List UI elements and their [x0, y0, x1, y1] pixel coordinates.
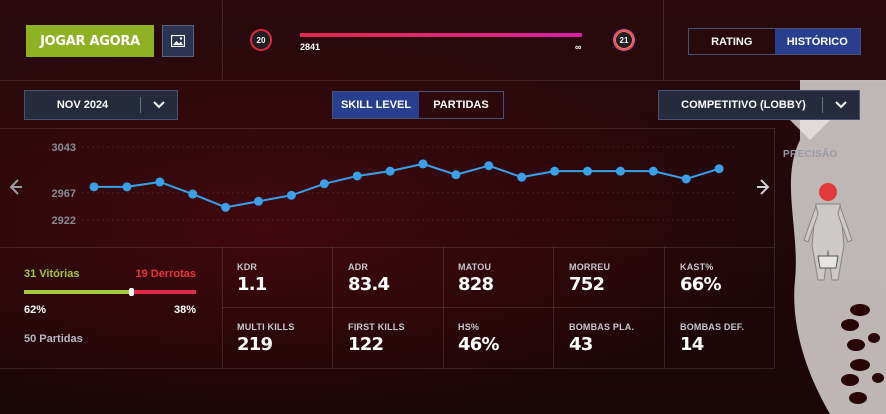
progress-max: ∞ [575, 42, 582, 52]
win-fill [24, 290, 131, 294]
data-point[interactable] [286, 190, 296, 200]
stat-value-first-kills: 122 [348, 334, 384, 355]
divider [0, 368, 775, 369]
data-point[interactable] [517, 172, 527, 182]
series-line [94, 162, 720, 209]
mode-tabs: SKILL LEVEL PARTIDAS [332, 91, 504, 119]
player-figure-decoration [770, 80, 886, 414]
losses-count: 19 Derrotas [135, 268, 196, 280]
month-dropdown[interactable]: NOV 2024 [24, 90, 178, 120]
top-bar: JOGAR AGORA 20 2841 ∞ 21 RATING HISTÓRIC… [0, 0, 886, 80]
stat-label-kast: KAST% [680, 262, 714, 272]
wins-count: 31 Vitórias [24, 268, 80, 280]
chevron-left-icon[interactable] [9, 179, 22, 195]
chevron-down-icon [823, 101, 859, 109]
divider [0, 247, 775, 248]
divider [0, 80, 886, 81]
level-progress-fill [300, 33, 582, 37]
image-button[interactable] [162, 25, 194, 57]
play-now-button[interactable]: JOGAR AGORA [26, 25, 154, 57]
stat-value-kdr: 1.1 [237, 274, 267, 295]
data-point[interactable] [221, 202, 231, 212]
win-loss-marker [128, 288, 134, 296]
current-level: 20 [256, 35, 266, 45]
precision-label: PRECISÃO [783, 149, 838, 160]
stat-value-matou: 828 [458, 274, 494, 295]
tab-partidas[interactable]: PARTIDAS [419, 92, 503, 118]
stat-label-adr: ADR [348, 262, 369, 272]
next-level-badge: 21 [613, 29, 635, 51]
data-point[interactable] [418, 159, 428, 169]
image-icon [171, 35, 185, 47]
stat-label-kdr: KDR [237, 262, 258, 272]
data-point[interactable] [254, 196, 263, 206]
current-level-badge: 20 [250, 29, 272, 51]
skill-level-chart: 3043 2967 2922 [9, 142, 770, 227]
chevron-down-icon [141, 101, 177, 109]
divider [222, 307, 774, 308]
data-point[interactable] [615, 166, 625, 176]
data-point[interactable] [648, 166, 658, 176]
stat-value-adr: 83.4 [348, 274, 390, 295]
stat-label-first-kills: FIRST KILLS [348, 322, 405, 332]
stat-value-bombs-planted: 43 [569, 334, 593, 355]
tab-historico[interactable]: HISTÓRICO [774, 29, 860, 54]
month-label: NOV 2024 [56, 99, 109, 111]
games-count: 50 Partidas [24, 333, 83, 345]
chevron-right-icon[interactable] [757, 179, 770, 195]
stat-value-hs: 46% [458, 334, 499, 355]
data-point[interactable] [583, 166, 592, 176]
stat-value-bombs-defused: 14 [680, 334, 704, 355]
data-point[interactable] [89, 182, 99, 192]
stat-value-kast: 66% [680, 274, 721, 295]
win-percentage: 62% [24, 304, 47, 316]
stat-label-hs: HS% [458, 322, 480, 332]
data-point[interactable] [352, 171, 362, 181]
stat-label-bombs-defused: BOMBAS DEF. [680, 322, 745, 332]
data-point[interactable] [155, 177, 165, 187]
next-level: 21 [619, 35, 629, 45]
queue-dropdown[interactable]: COMPETITIVO (LOBBY) [658, 90, 860, 120]
stat-value-morreu: 752 [569, 274, 605, 295]
stat-label-matou: MATOU [458, 262, 492, 272]
y-tick-label: 2967 [52, 188, 76, 200]
loss-percentage: 38% [173, 304, 196, 316]
data-point[interactable] [385, 166, 395, 176]
queue-label: COMPETITIVO (LOBBY) [681, 99, 806, 111]
tab-rating[interactable]: RATING [689, 29, 775, 54]
y-tick-label: 2922 [52, 215, 76, 227]
data-point[interactable] [714, 164, 724, 174]
win-loss-bar [24, 290, 196, 294]
level-progress-bar [300, 33, 582, 37]
data-point[interactable] [484, 161, 494, 171]
data-point[interactable] [451, 170, 461, 180]
data-point[interactable] [122, 182, 132, 192]
rating-tabs: RATING HISTÓRICO [688, 28, 861, 55]
stat-label-multi-kills: MULTI KILLS [237, 322, 295, 332]
stat-label-morreu: MORREU [569, 262, 611, 272]
data-point[interactable] [550, 166, 560, 176]
y-tick-label: 3043 [52, 142, 76, 154]
progress-value: 2841 [300, 42, 321, 52]
data-point[interactable] [188, 189, 198, 199]
tab-skill-level[interactable]: SKILL LEVEL [333, 92, 419, 118]
data-point[interactable] [681, 174, 691, 184]
stat-value-multi-kills: 219 [237, 334, 273, 355]
data-point[interactable] [319, 179, 329, 189]
stat-label-bombs-planted: BOMBAS PLA. [569, 322, 635, 332]
